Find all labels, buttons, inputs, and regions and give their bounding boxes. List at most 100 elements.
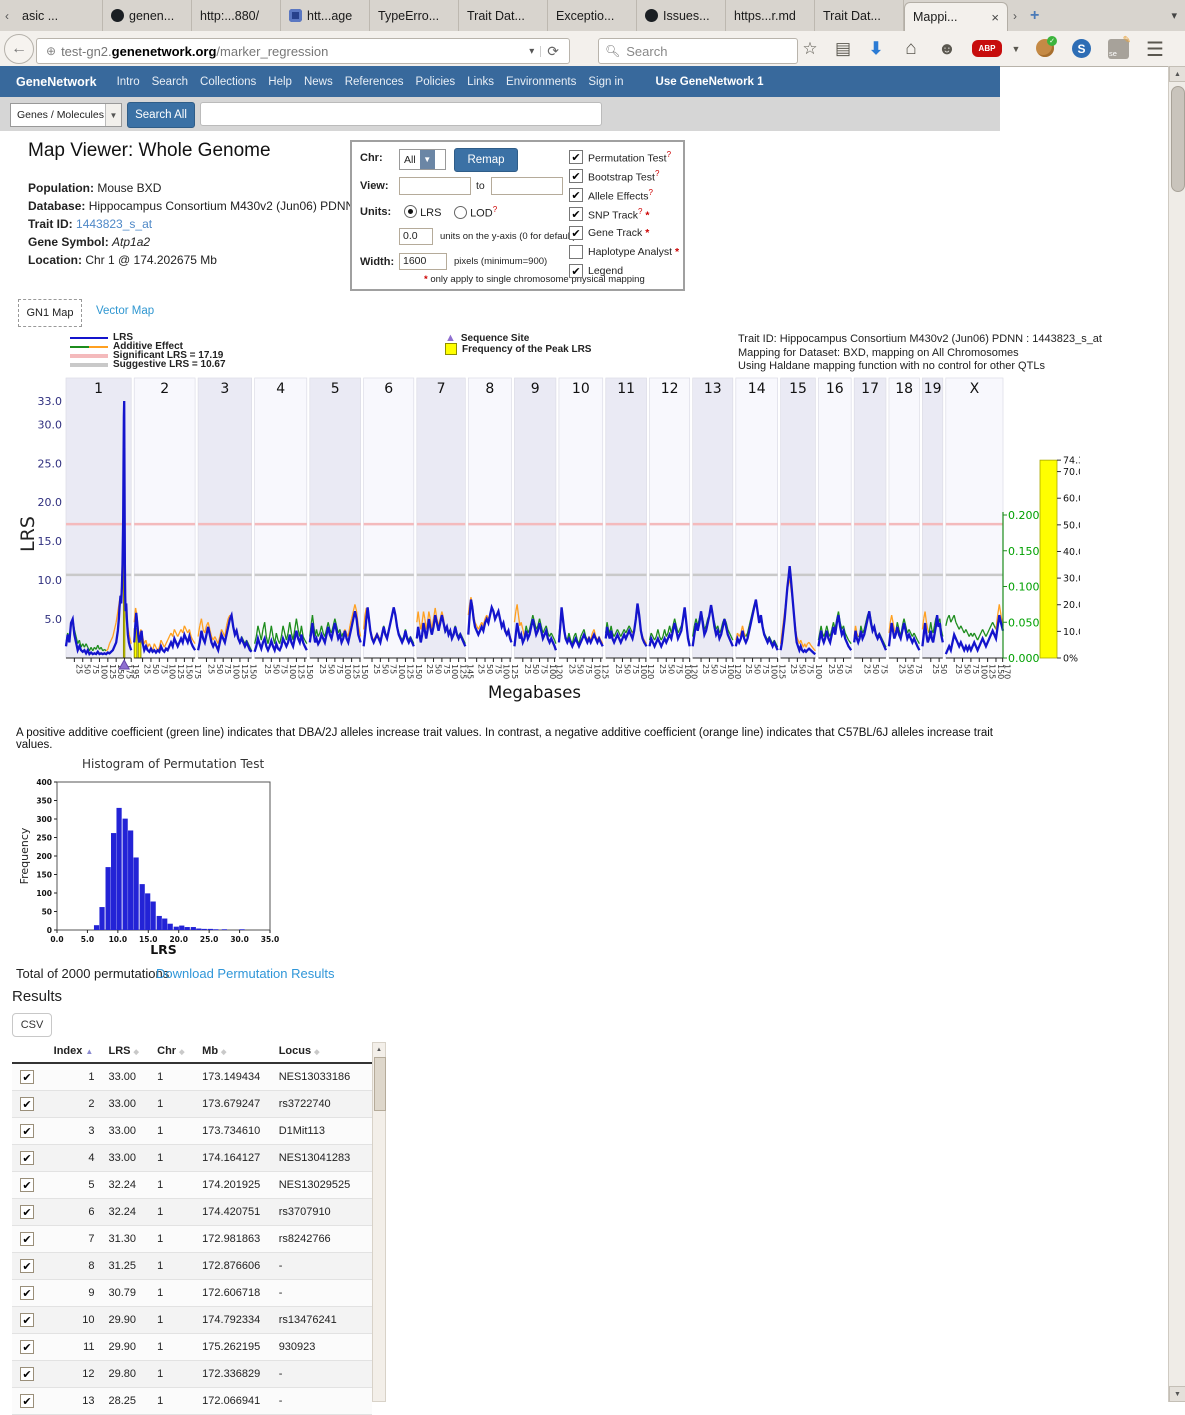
download-permutation-link[interactable]: Download Permutation Results xyxy=(156,966,334,981)
home-icon[interactable]: ⌂ xyxy=(898,36,924,62)
scroll-down-icon[interactable]: ▼ xyxy=(1169,1386,1185,1402)
screengrab-extension-icon[interactable]: se✎ xyxy=(1108,39,1129,59)
row-checkbox[interactable]: ✔ xyxy=(20,1097,34,1111)
row-checkbox[interactable]: ✔ xyxy=(20,1313,34,1327)
checkbox-icon[interactable]: ✔ xyxy=(569,207,583,221)
nav-link-environments[interactable]: Environments xyxy=(506,76,576,88)
yaxis-units-input[interactable]: 0.0 xyxy=(399,228,433,245)
genome-scan-chart[interactable]: 12345678910111213141516171819X2550751001… xyxy=(10,376,1080,712)
scroll-up-icon[interactable]: ▲ xyxy=(1169,66,1185,82)
row-checkbox[interactable]: ✔ xyxy=(20,1124,34,1138)
browser-tab[interactable]: genen... xyxy=(103,0,192,31)
category-select[interactable]: Genes / Molecules ▼ xyxy=(10,103,122,127)
tab-scroll-right-icon[interactable]: › xyxy=(1008,0,1022,31)
row-checkbox[interactable]: ✔ xyxy=(20,1259,34,1273)
col-header-chr[interactable]: Chr◆ xyxy=(153,1040,198,1063)
menu-hamburger-icon[interactable]: ☰ xyxy=(1142,36,1168,62)
new-tab-button[interactable]: + xyxy=(1022,0,1047,31)
trait-id-link[interactable]: 1443823_s_at xyxy=(76,217,152,231)
checkbox-icon[interactable]: ✔ xyxy=(569,188,583,202)
nav-link-collections[interactable]: Collections xyxy=(200,76,256,88)
messenger-icon[interactable]: ☻ xyxy=(934,36,960,62)
nav-link-sign-in[interactable]: Sign in xyxy=(588,76,623,88)
browser-search-input[interactable]: 🔍︎ Search xyxy=(598,38,798,64)
row-checkbox[interactable]: ✔ xyxy=(20,1205,34,1219)
tab-close-icon[interactable]: × xyxy=(991,10,999,25)
option-legend[interactable]: ✔Legend xyxy=(569,264,623,278)
csv-button[interactable]: CSV xyxy=(12,1013,52,1037)
nav-link-intro[interactable]: Intro xyxy=(117,76,140,88)
url-dropdown-icon[interactable]: ▾ xyxy=(523,46,541,57)
browser-tab[interactable]: htt...age xyxy=(281,0,370,31)
tab-list-caret-icon[interactable]: ▾ xyxy=(1163,0,1185,31)
browser-tab[interactable]: TypeErro... xyxy=(370,0,459,31)
checkbox-icon[interactable] xyxy=(569,245,583,259)
use-genenetwork1-link[interactable]: Use GeneNetwork 1 xyxy=(656,76,764,88)
table-scrollbar-thumb[interactable] xyxy=(374,1057,386,1111)
reload-icon[interactable]: ⟳ xyxy=(541,43,565,60)
tab-scroll-left-icon[interactable]: ‹ xyxy=(0,0,14,31)
row-checkbox[interactable]: ✔ xyxy=(20,1367,34,1381)
units-lod-radio[interactable]: LOD? xyxy=(454,205,497,220)
nav-link-policies[interactable]: Policies xyxy=(416,76,456,88)
table-scrollbar[interactable]: ▲ xyxy=(372,1042,386,1402)
row-checkbox[interactable]: ✔ xyxy=(20,1232,34,1246)
row-checkbox[interactable]: ✔ xyxy=(20,1178,34,1192)
view-from-input[interactable] xyxy=(399,177,471,195)
nav-link-search[interactable]: Search xyxy=(152,76,188,88)
back-button[interactable]: ← xyxy=(4,34,34,64)
chromosome-select[interactable]: All ▼ xyxy=(399,149,446,170)
option-permutation-test[interactable]: ✔Permutation Test? xyxy=(569,150,671,165)
adblock-caret-icon[interactable]: ▼ xyxy=(1003,36,1029,62)
row-checkbox[interactable]: ✔ xyxy=(20,1394,34,1408)
browser-tab[interactable]: Exceptio... xyxy=(548,0,637,31)
row-checkbox[interactable]: ✔ xyxy=(20,1070,34,1084)
width-input[interactable]: 1600 xyxy=(399,253,447,270)
view-to-input[interactable] xyxy=(491,177,563,195)
bookmark-star-icon[interactable]: ☆ xyxy=(797,36,823,62)
option-bootstrap-test[interactable]: ✔Bootstrap Test? xyxy=(569,169,659,184)
search-all-button[interactable]: Search All xyxy=(127,102,195,128)
adblock-plus-icon[interactable]: ABP xyxy=(972,40,1002,57)
col-header-mb[interactable]: Mb◆ xyxy=(198,1040,275,1063)
nav-link-help[interactable]: Help xyxy=(268,76,292,88)
browser-tab[interactable]: Trait Dat... xyxy=(459,0,548,31)
row-checkbox[interactable]: ✔ xyxy=(20,1151,34,1165)
row-checkbox[interactable]: ✔ xyxy=(20,1286,34,1300)
col-header-lrs[interactable]: LRS◆ xyxy=(104,1040,153,1063)
browser-tab[interactable]: https...r.md xyxy=(726,0,815,31)
scrollbar-thumb[interactable] xyxy=(1171,86,1185,192)
browser-tab[interactable]: Trait Dat... xyxy=(815,0,904,31)
tab-vector-map[interactable]: Vector Map xyxy=(96,305,154,317)
nav-link-references[interactable]: References xyxy=(345,76,404,88)
tab-gn1-map[interactable]: GN1 Map xyxy=(18,299,82,327)
checkbox-icon[interactable]: ✔ xyxy=(569,264,583,278)
cookie-extension-icon[interactable]: ✓ xyxy=(1036,39,1054,57)
option-haplotype-analyst[interactable]: Haplotype Analyst * xyxy=(569,245,679,259)
option-allele-effects[interactable]: ✔Allele Effects? xyxy=(569,188,653,203)
option-snp-track[interactable]: ✔SNP Track? * xyxy=(569,207,649,222)
skype-extension-icon[interactable]: S xyxy=(1072,39,1091,58)
top-search-input[interactable] xyxy=(200,102,602,126)
bookmarks-menu-icon[interactable]: ▤ xyxy=(830,36,856,62)
table-scroll-up-icon[interactable]: ▲ xyxy=(373,1044,385,1056)
checkbox-icon[interactable]: ✔ xyxy=(569,169,583,183)
checkbox-icon[interactable]: ✔ xyxy=(569,226,583,240)
page-scrollbar[interactable]: ▲ ▼ xyxy=(1168,66,1185,1402)
col-header-index[interactable]: Index▲ xyxy=(50,1040,105,1063)
nav-link-news[interactable]: News xyxy=(304,76,333,88)
units-lrs-radio[interactable]: LRS xyxy=(404,205,441,219)
col-header-locus[interactable]: Locus◆ xyxy=(275,1040,372,1063)
option-gene-track[interactable]: ✔Gene Track * xyxy=(569,226,649,240)
browser-tab[interactable]: Mappi...× xyxy=(904,2,1008,31)
nav-link-links[interactable]: Links xyxy=(467,76,494,88)
url-bar[interactable]: ⊕ test-gn2.genenetwork.org/marker_regres… xyxy=(36,38,570,64)
browser-tab[interactable]: asic ... xyxy=(14,0,103,31)
downloads-icon[interactable]: ⬇ xyxy=(863,36,889,62)
row-checkbox[interactable]: ✔ xyxy=(20,1340,34,1354)
browser-tab[interactable]: Issues... xyxy=(637,0,726,31)
checkbox-icon[interactable]: ✔ xyxy=(569,150,583,164)
remap-button[interactable]: Remap xyxy=(454,148,518,172)
site-identity-icon[interactable]: ⊕ xyxy=(46,44,56,58)
browser-tab[interactable]: http:...880/ xyxy=(192,0,281,31)
